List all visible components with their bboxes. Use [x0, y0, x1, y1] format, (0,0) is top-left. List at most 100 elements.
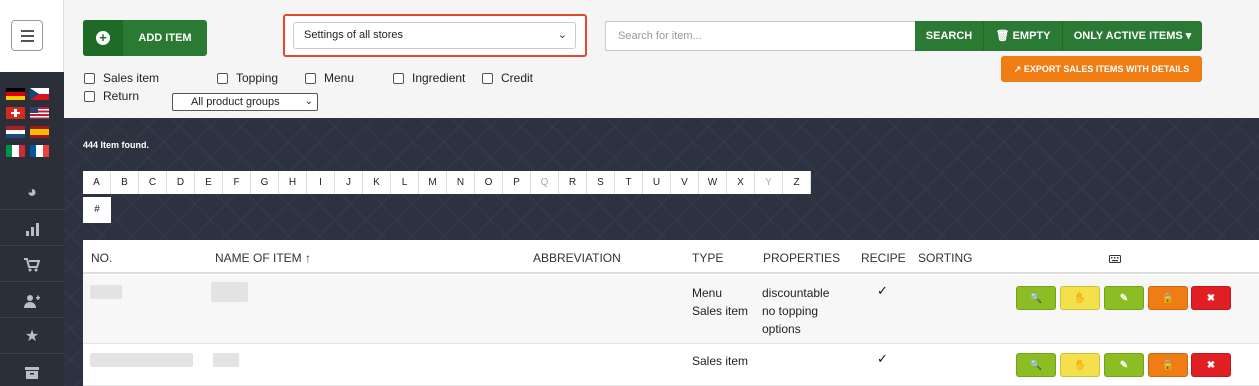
toolbar: + ADD ITEM Settings of all stores ⌄ Sear…: [64, 0, 1259, 118]
type-line: Sales item: [692, 354, 749, 368]
col-type[interactable]: TYPE: [692, 251, 723, 265]
checkbox[interactable]: [217, 72, 228, 84]
search-button[interactable]: SEARCH: [915, 21, 983, 51]
letter-g[interactable]: G: [251, 171, 279, 194]
plus-icon: +: [83, 20, 123, 56]
filter-menu[interactable]: Menu: [305, 71, 354, 85]
view-button[interactable]: 🔍: [1016, 286, 1056, 310]
flag-cz-icon[interactable]: [30, 88, 49, 100]
letter-e[interactable]: E: [195, 171, 223, 194]
letter-a[interactable]: A: [83, 171, 111, 194]
flag-us-icon[interactable]: [30, 107, 49, 119]
letter-l[interactable]: L: [391, 171, 419, 194]
letter-u[interactable]: U: [643, 171, 671, 194]
letter-m[interactable]: M: [419, 171, 447, 194]
letter-hash[interactable]: #: [83, 197, 111, 223]
lock-button[interactable]: 🔒: [1148, 286, 1188, 310]
letter-i[interactable]: I: [307, 171, 335, 194]
only-active-items-dropdown[interactable]: ONLY ACTIVE ITEMS ▾: [1062, 21, 1202, 51]
letter-p[interactable]: P: [503, 171, 531, 194]
export-sales-items-button[interactable]: ↗ EXPORT SALES ITEMS WITH DETAILS: [1001, 56, 1202, 82]
star-icon[interactable]: ★: [0, 320, 64, 354]
checkbox[interactable]: [305, 72, 316, 84]
filter-sales-item[interactable]: Sales item: [84, 71, 159, 85]
letter-b[interactable]: B: [111, 171, 139, 194]
checkbox[interactable]: [84, 90, 95, 102]
add-item-button[interactable]: + ADD ITEM: [83, 20, 207, 56]
empty-button[interactable]: 🗑 EMPTY: [983, 21, 1062, 51]
property-line: discountable: [762, 286, 830, 300]
flag-es-icon[interactable]: [30, 126, 49, 138]
filter-ingredient[interactable]: Ingredient: [393, 71, 465, 85]
bar-chart-icon[interactable]: [0, 212, 64, 246]
checkbox[interactable]: [482, 72, 493, 84]
empty-label: EMPTY: [1012, 30, 1051, 42]
table-row[interactable]: Menu Sales item discountable no topping …: [83, 275, 1259, 344]
letter-j[interactable]: J: [335, 171, 363, 194]
letter-k[interactable]: K: [363, 171, 391, 194]
letter-d[interactable]: D: [167, 171, 195, 194]
flag-de-icon[interactable]: [6, 88, 25, 100]
edit-button[interactable]: ✎: [1104, 286, 1144, 310]
letter-f[interactable]: F: [223, 171, 251, 194]
dashboard-gauge-icon[interactable]: ◕: [0, 176, 64, 210]
redacted-name: [213, 353, 239, 367]
recipe-check-icon: ✓: [877, 351, 888, 366]
letter-x[interactable]: X: [727, 171, 755, 194]
letter-n[interactable]: N: [447, 171, 475, 194]
delete-button[interactable]: ✖: [1191, 286, 1231, 310]
letter-z[interactable]: Z: [783, 171, 811, 194]
store-select[interactable]: Settings of all stores ⌄: [293, 22, 576, 49]
keyboard-icon: [1109, 252, 1121, 266]
product-group-select[interactable]: All product groups ⌄: [172, 93, 318, 111]
type-line: Menu: [692, 286, 723, 300]
col-recipe[interactable]: RECIPE: [861, 251, 906, 265]
checkbox[interactable]: [393, 72, 404, 84]
letter-t[interactable]: T: [615, 171, 643, 194]
letter-q: Q: [531, 171, 559, 194]
store-select-value: Settings of all stores: [304, 29, 404, 41]
letter-w[interactable]: W: [699, 171, 727, 194]
filter-return[interactable]: Return: [84, 89, 139, 103]
table-header: NO. NAME OF ITEM ↑ ABBREVIATION TYPE PRO…: [83, 240, 1259, 274]
view-button[interactable]: 🔍: [1016, 353, 1056, 377]
flag-ch-icon[interactable]: [6, 107, 25, 119]
store-select-highlight: Settings of all stores ⌄: [283, 14, 587, 57]
letter-s[interactable]: S: [587, 171, 615, 194]
letter-c[interactable]: C: [139, 171, 167, 194]
col-no[interactable]: NO.: [91, 251, 112, 265]
checkbox[interactable]: [84, 72, 95, 84]
lock-button[interactable]: 🔒: [1148, 353, 1188, 377]
type-cell: Sales item: [692, 352, 748, 370]
edit-button[interactable]: ✎: [1104, 353, 1144, 377]
col-abbreviation[interactable]: ABBREVIATION: [533, 251, 621, 265]
archive-icon[interactable]: [0, 356, 64, 386]
col-sorting[interactable]: SORTING: [918, 251, 972, 265]
search-input[interactable]: Search for item...: [605, 21, 916, 51]
delete-button[interactable]: ✖: [1191, 353, 1231, 377]
letter-v[interactable]: V: [671, 171, 699, 194]
add-user-icon[interactable]: [0, 284, 64, 318]
col-name[interactable]: NAME OF ITEM ↑: [215, 251, 311, 265]
flag-it-icon[interactable]: [6, 145, 25, 157]
filter-credit[interactable]: Credit: [482, 71, 533, 85]
chevron-down-icon: ⌄: [304, 96, 313, 107]
type-cell: Menu Sales item: [692, 284, 748, 320]
letter-o[interactable]: O: [475, 171, 503, 194]
checkbox-label: Menu: [324, 71, 355, 85]
hamburger-menu-icon[interactable]: [11, 20, 43, 51]
caret-down-icon: ▾: [1185, 30, 1192, 42]
letter-r[interactable]: R: [559, 171, 587, 194]
redacted-number: [90, 285, 122, 299]
property-line: no topping: [762, 304, 819, 318]
shopping-cart-icon[interactable]: [0, 248, 64, 282]
filter-topping[interactable]: Topping: [217, 71, 278, 85]
table-row[interactable]: Sales item ✓ 🔍 ✋ ✎ 🔒 ✖: [83, 344, 1259, 386]
flag-nl-icon[interactable]: [6, 126, 25, 138]
hand-button[interactable]: ✋: [1060, 353, 1100, 377]
letter-h[interactable]: H: [279, 171, 307, 194]
flag-fr-icon[interactable]: [30, 145, 49, 157]
col-properties[interactable]: PROPERTIES: [763, 251, 840, 265]
only-active-label: ONLY ACTIVE ITEMS: [1073, 30, 1183, 42]
hand-button[interactable]: ✋: [1060, 286, 1100, 310]
